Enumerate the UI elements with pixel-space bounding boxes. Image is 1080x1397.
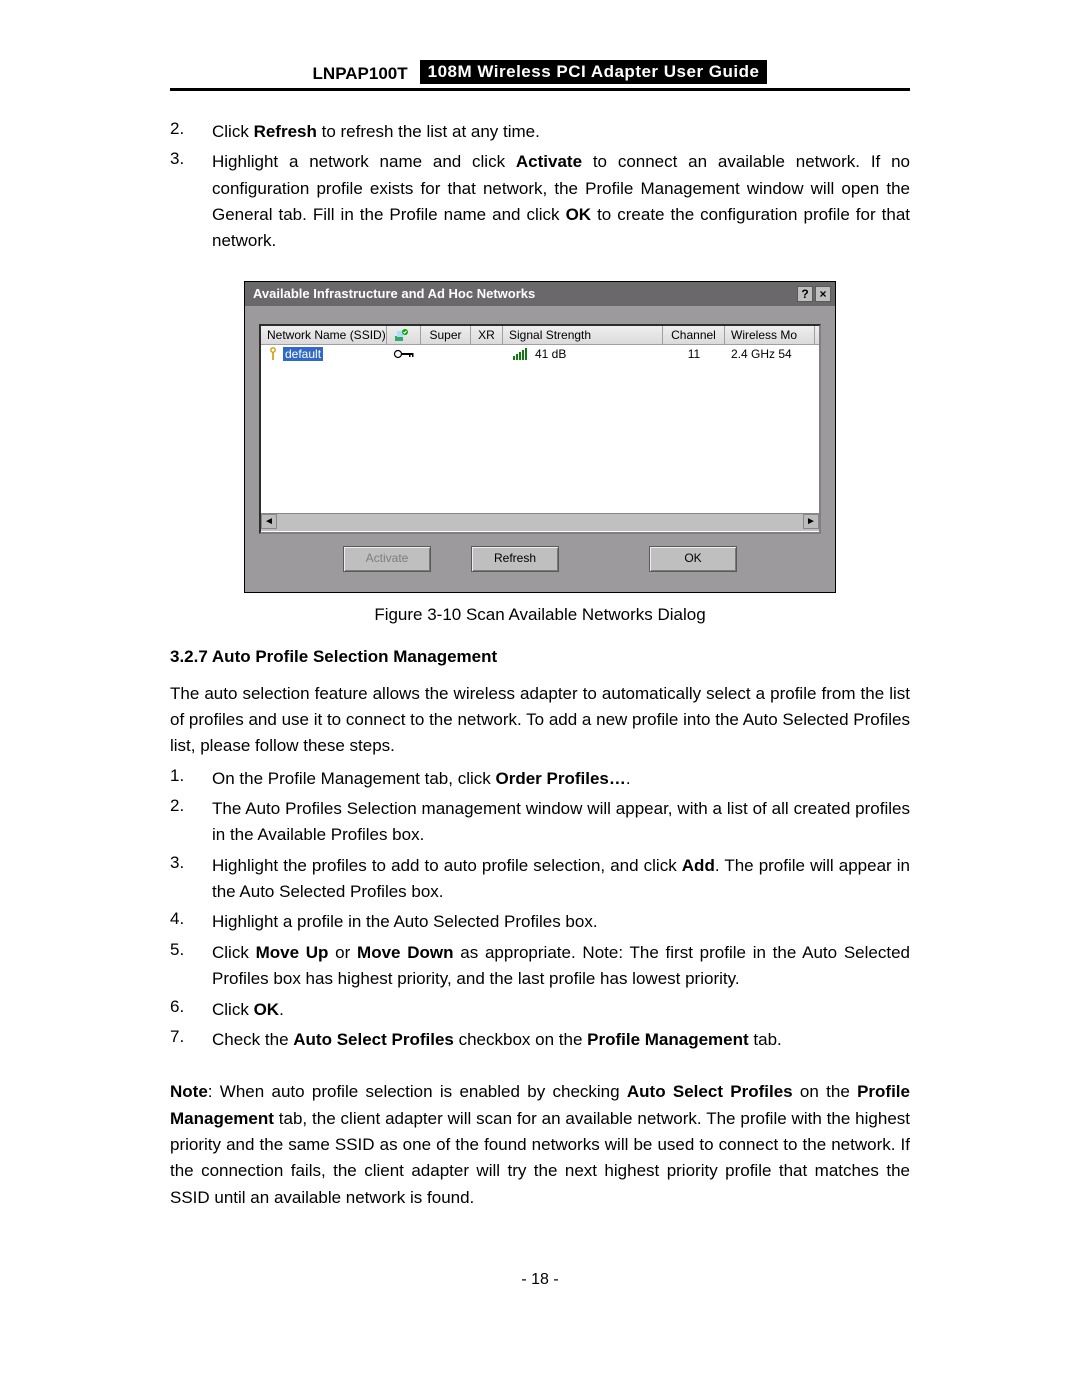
col-super[interactable]: Super [421, 326, 471, 344]
page-header: LNPAP100T 108M Wireless PCI Adapter User… [170, 60, 910, 91]
refresh-button[interactable]: Refresh [471, 546, 559, 572]
col-signal[interactable]: Signal Strength [503, 326, 663, 344]
list-number: 4. [170, 909, 194, 935]
section-title: 3.2.7 Auto Profile Selection Management [170, 647, 910, 667]
list-item: 3. Highlight the profiles to add to auto … [170, 853, 910, 906]
listview-header: Network Name (SSID) Super XR Signal Stre… [261, 326, 819, 345]
list-item: 4. Highlight a profile in the Auto Select… [170, 909, 910, 935]
scroll-right-button[interactable]: ► [803, 514, 819, 529]
list-number: 2. [170, 796, 194, 849]
list-text: Click Refresh to refresh the list at any… [212, 119, 910, 145]
signal-value: 41 dB [535, 347, 566, 361]
intro-list: 2. Click Refresh to refresh the list at a… [170, 119, 910, 255]
page: LNPAP100T 108M Wireless PCI Adapter User… [0, 0, 1080, 1397]
scroll-left-button[interactable]: ◄ [261, 514, 277, 529]
cell-xr [471, 353, 503, 355]
dialog-button-row: Activate Refresh OK [259, 534, 821, 578]
table-row[interactable]: default [261, 345, 819, 363]
list-number: 7. [170, 1027, 194, 1053]
ssid-value: default [283, 347, 323, 361]
list-text: Click OK. [212, 997, 910, 1023]
col-ssid[interactable]: Network Name (SSID) [261, 326, 387, 344]
list-text: Check the Auto Select Profiles checkbox … [212, 1027, 910, 1053]
key-icon [393, 349, 415, 359]
list-item: 6. Click OK. [170, 997, 910, 1023]
list-item: 1. On the Profile Management tab, click O… [170, 766, 910, 792]
dialog-scan-networks: Available Infrastructure and Ad Hoc Netw… [244, 281, 836, 593]
dialog-body: Network Name (SSID) Super XR Signal Stre… [245, 306, 835, 592]
page-number: - 18 - [170, 1271, 910, 1289]
list-text: Highlight a profile in the Auto Selected… [212, 909, 910, 935]
steps-list: 1. On the Profile Management tab, click O… [170, 766, 910, 1053]
list-number: 5. [170, 940, 194, 993]
help-button[interactable]: ? [797, 286, 813, 302]
network-listview[interactable]: Network Name (SSID) Super XR Signal Stre… [259, 324, 821, 534]
list-item: 2. Click Refresh to refresh the list at a… [170, 119, 910, 145]
list-number: 3. [170, 853, 194, 906]
ok-button[interactable]: OK [649, 546, 737, 572]
list-number: 2. [170, 119, 194, 145]
list-item: 2. The Auto Profiles Selection management… [170, 796, 910, 849]
horizontal-scrollbar[interactable]: ◄ ► [261, 513, 819, 531]
col-mode[interactable]: Wireless Mo [725, 326, 815, 344]
activate-button: Activate [343, 546, 431, 572]
list-item: 3.Highlight a network name and click Act… [170, 149, 910, 254]
list-number: 3. [170, 149, 194, 254]
dialog-title: Available Infrastructure and Ad Hoc Netw… [253, 286, 795, 301]
col-xr[interactable]: XR [471, 326, 503, 344]
list-text: Highlight a network name and click Activ… [212, 149, 910, 254]
antenna-icon [267, 347, 279, 361]
figure-dialog: Available Infrastructure and Ad Hoc Netw… [170, 281, 910, 625]
note-paragraph: Note: When auto profile selection is ena… [170, 1079, 910, 1211]
section-intro: The auto selection feature allows the wi… [170, 681, 910, 760]
col-icon[interactable] [387, 326, 421, 344]
list-text: Highlight the profiles to add to auto pr… [212, 853, 910, 906]
list-text: Click Move Up or Move Down as appropriat… [212, 940, 910, 993]
list-text: The Auto Profiles Selection management w… [212, 796, 910, 849]
mode-value: 2.4 GHz 54 [725, 346, 815, 362]
list-item: 5. Click Move Up or Move Down as appropri… [170, 940, 910, 993]
list-item: 7. Check the Auto Select Profiles checkbo… [170, 1027, 910, 1053]
connected-icon [393, 328, 409, 342]
signal-bars-icon [513, 348, 527, 360]
close-button[interactable]: × [815, 286, 831, 302]
header-title: 108M Wireless PCI Adapter User Guide [420, 60, 768, 84]
list-number: 6. [170, 997, 194, 1023]
header-model: LNPAP100T [313, 64, 408, 84]
list-number: 1. [170, 766, 194, 792]
list-text: On the Profile Management tab, click Ord… [212, 766, 910, 792]
channel-value: 11 [663, 346, 725, 362]
col-channel[interactable]: Channel [663, 326, 725, 344]
dialog-titlebar[interactable]: Available Infrastructure and Ad Hoc Netw… [245, 282, 835, 306]
cell-super [421, 353, 471, 355]
figure-caption: Figure 3-10 Scan Available Networks Dial… [170, 605, 910, 625]
